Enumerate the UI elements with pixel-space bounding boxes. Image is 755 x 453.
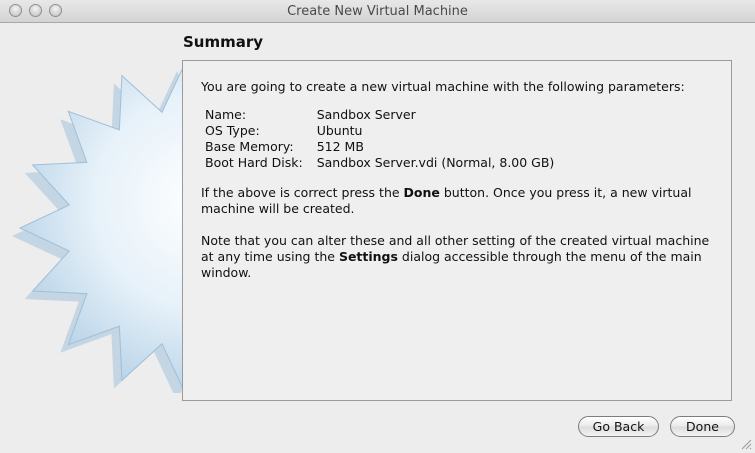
summary-panel: You are going to create a new virtual ma… — [182, 60, 732, 401]
param-label: Boot Hard Disk: — [205, 155, 303, 170]
settings-keyword: Settings — [338, 249, 398, 264]
go-back-button[interactable]: Go Back — [578, 416, 659, 437]
done-button[interactable]: Done — [670, 416, 735, 437]
param-label: Base Memory: — [205, 139, 294, 154]
param-value: 512 MB — [316, 139, 364, 154]
window-title: Create New Virtual Machine — [287, 4, 468, 19]
page-title: Summary — [183, 33, 264, 51]
done-keyword: Done — [403, 185, 440, 200]
confirm-text: If the above is correct press the Done b… — [201, 185, 717, 217]
intro-text: You are going to create a new virtual ma… — [201, 79, 685, 94]
param-row-base-memory: Base Memory: 512 MB — [205, 139, 554, 155]
param-row-boot-hard-disk: Boot Hard Disk: Sandbox Server.vdi (Norm… — [205, 155, 554, 171]
create-vm-dialog: Create New Virtual Machine Summary You a… — [0, 0, 755, 453]
resize-grip-icon[interactable] — [741, 439, 752, 450]
parameters-table: Name: Sandbox Server OS Type: Ubuntu Bas… — [205, 107, 554, 171]
param-value: Sandbox Server — [316, 107, 416, 122]
param-row-os-type: OS Type: Ubuntu — [205, 123, 554, 139]
note-text: Note that you can alter these and all ot… — [201, 233, 717, 281]
title-bar: Create New Virtual Machine — [0, 0, 755, 23]
param-value: Ubuntu — [316, 123, 363, 138]
confirm-text-start: If the above is correct press the — [201, 185, 404, 200]
param-row-name: Name: Sandbox Server — [205, 107, 554, 123]
param-label: OS Type: — [205, 123, 260, 138]
param-value: Sandbox Server.vdi (Normal, 8.00 GB) — [316, 155, 555, 170]
param-label: Name: — [205, 107, 247, 122]
